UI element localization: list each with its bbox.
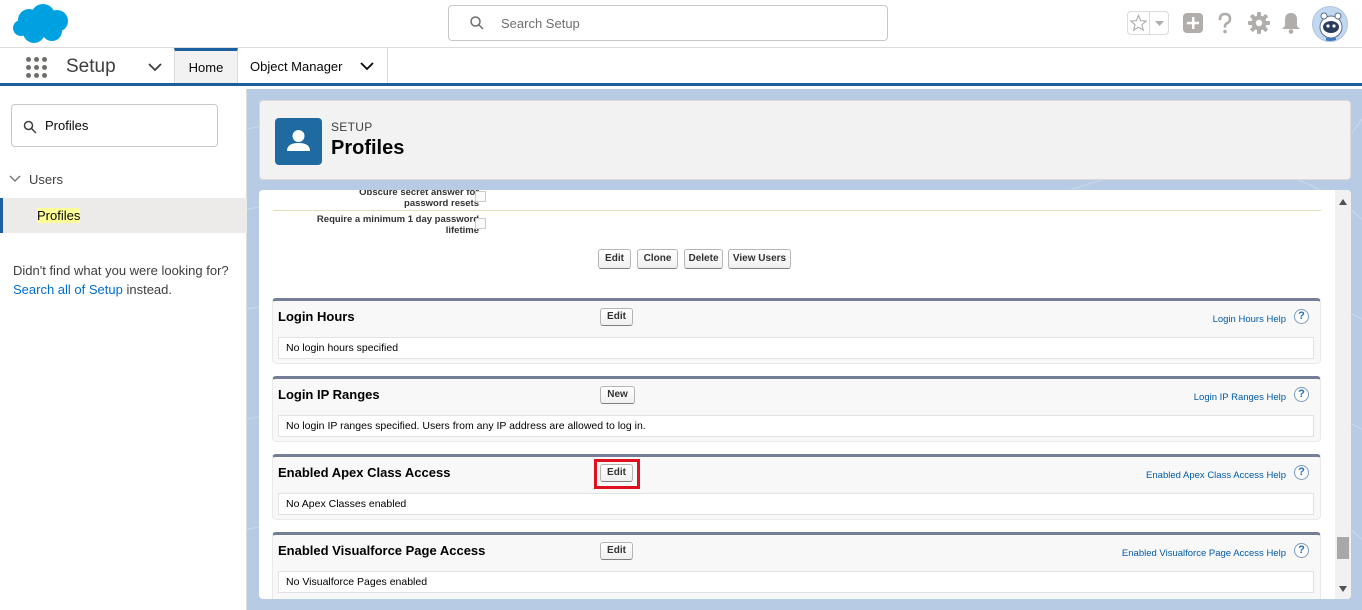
star-icon <box>1129 12 1150 34</box>
help-icon[interactable]: ? <box>1294 465 1309 480</box>
gear-icon[interactable] <box>1246 10 1272 36</box>
tree-item-users-label: Users <box>29 172 63 187</box>
edit-button[interactable]: Edit <box>598 249 631 269</box>
chevron-down-icon[interactable] <box>1150 12 1169 34</box>
favorites-button[interactable] <box>1127 11 1169 35</box>
help-icon[interactable]: ? <box>1294 309 1309 324</box>
highlight-box <box>594 459 640 489</box>
user-avatar[interactable] <box>1312 6 1348 42</box>
add-icon[interactable] <box>1180 10 1206 36</box>
field-label-min-lifetime-line1: Require a minimum 1 day password <box>316 214 479 225</box>
login-ip-ranges-help-link[interactable]: Login IP Ranges Help <box>1194 392 1286 403</box>
help-icon[interactable]: ? <box>1294 387 1309 402</box>
chevron-down-icon[interactable] <box>9 174 21 184</box>
setup-sidebar: Profiles Users Profiles Didn't find what… <box>0 89 247 610</box>
not-found-message: Didn't find what you were looking for? S… <box>13 261 235 299</box>
section-login-hours: Login Hours Edit Login Hours Help ? No l… <box>272 298 1321 364</box>
section-title: Enabled Apex Class Access <box>278 465 451 480</box>
checkbox-secret-answer <box>475 191 486 202</box>
field-label-secret-answer: Obscure secret answer for password reset… <box>259 190 479 209</box>
login-hours-edit-button[interactable]: Edit <box>600 308 633 326</box>
main-content-area: SETUP Profiles Obscure secret answer for… <box>247 89 1362 610</box>
tree-item-users[interactable]: Users <box>0 169 247 191</box>
field-label-min-lifetime: Require a minimum 1 day password lifetim… <box>259 214 479 236</box>
chevron-down-icon[interactable] <box>147 60 163 74</box>
field-label-min-lifetime-line2: lifetime <box>445 225 479 236</box>
global-header: Search Setup <box>0 0 1362 48</box>
global-search-input[interactable]: Search Setup <box>448 5 888 41</box>
help-icon[interactable] <box>1212 10 1238 36</box>
section-title: Enabled Visualforce Page Access <box>278 543 486 558</box>
visualforce-edit-button[interactable]: Edit <box>600 542 633 560</box>
vertical-scrollbar[interactable] <box>1335 190 1351 599</box>
tree-item-profiles[interactable]: Profiles <box>0 198 247 233</box>
login-ip-ranges-body: No login IP ranges specified. Users from… <box>278 415 1314 437</box>
not-found-text-end: instead. <box>122 282 173 297</box>
section-title: Login Hours <box>278 309 355 324</box>
row-divider <box>273 210 1321 211</box>
tab-home[interactable]: Home <box>174 48 238 83</box>
context-nav-bar: Setup Home Object Manager <box>0 48 1362 86</box>
scroll-down-icon[interactable] <box>1339 586 1347 592</box>
visualforce-help-link[interactable]: Enabled Visualforce Page Access Help <box>1122 548 1286 559</box>
tree-item-profiles-label: Profiles <box>37 208 81 223</box>
apex-class-help-link[interactable]: Enabled Apex Class Access Help <box>1146 470 1286 481</box>
search-all-setup-link[interactable]: Search all of Setup <box>13 282 123 297</box>
field-label-secret-answer-bottom: password resets <box>404 198 479 209</box>
scroll-up-icon[interactable] <box>1339 199 1347 205</box>
page-header: SETUP Profiles <box>259 100 1351 180</box>
tab-object-manager[interactable]: Object Manager <box>238 48 388 83</box>
section-apex-class-access: Enabled Apex Class Access Edit Enabled A… <box>272 454 1321 520</box>
search-placeholder: Search Setup <box>501 16 580 31</box>
quick-find-input[interactable]: Profiles <box>11 104 218 147</box>
view-users-button[interactable]: View Users <box>728 249 791 269</box>
apex-class-body: No Apex Classes enabled <box>278 493 1314 515</box>
checkbox-min-lifetime <box>475 218 486 229</box>
delete-button[interactable]: Delete <box>684 249 723 269</box>
search-icon <box>23 120 37 134</box>
user-profile-icon <box>275 118 322 165</box>
chevron-down-icon[interactable] <box>360 60 374 72</box>
page-title: Profiles <box>331 137 405 159</box>
notifications-bell-icon[interactable] <box>1278 10 1304 36</box>
avatar-astro-icon <box>1319 12 1343 41</box>
clone-button[interactable]: Clone <box>637 249 678 269</box>
section-title: Login IP Ranges <box>278 387 380 402</box>
section-visualforce-page-access: Enabled Visualforce Page Access Edit Ena… <box>272 532 1321 599</box>
app-launcher-icon[interactable] <box>26 57 48 79</box>
help-icon[interactable]: ? <box>1294 543 1309 558</box>
search-icon <box>470 16 484 30</box>
app-name: Setup <box>66 56 116 77</box>
scrollbar-thumb[interactable] <box>1337 537 1349 559</box>
not-found-text: Didn't find what you were looking for? <box>13 263 229 278</box>
quick-find-value: Profiles <box>45 118 89 133</box>
section-login-ip-ranges: Login IP Ranges New Login IP Ranges Help… <box>272 376 1321 442</box>
field-label-secret-answer-top: Obscure secret answer for <box>359 190 479 198</box>
tab-object-manager-label: Object Manager <box>250 59 343 74</box>
salesforce-logo[interactable] <box>12 3 72 45</box>
login-hours-help-link[interactable]: Login Hours Help <box>1213 314 1286 325</box>
login-hours-body: No login hours specified <box>278 337 1314 359</box>
visualforce-body: No Visualforce Pages enabled <box>278 571 1314 593</box>
login-ip-ranges-new-button[interactable]: New <box>600 386 635 404</box>
page-eyebrow: SETUP <box>331 120 373 134</box>
profile-detail-frame: Obscure secret answer for password reset… <box>259 190 1351 599</box>
